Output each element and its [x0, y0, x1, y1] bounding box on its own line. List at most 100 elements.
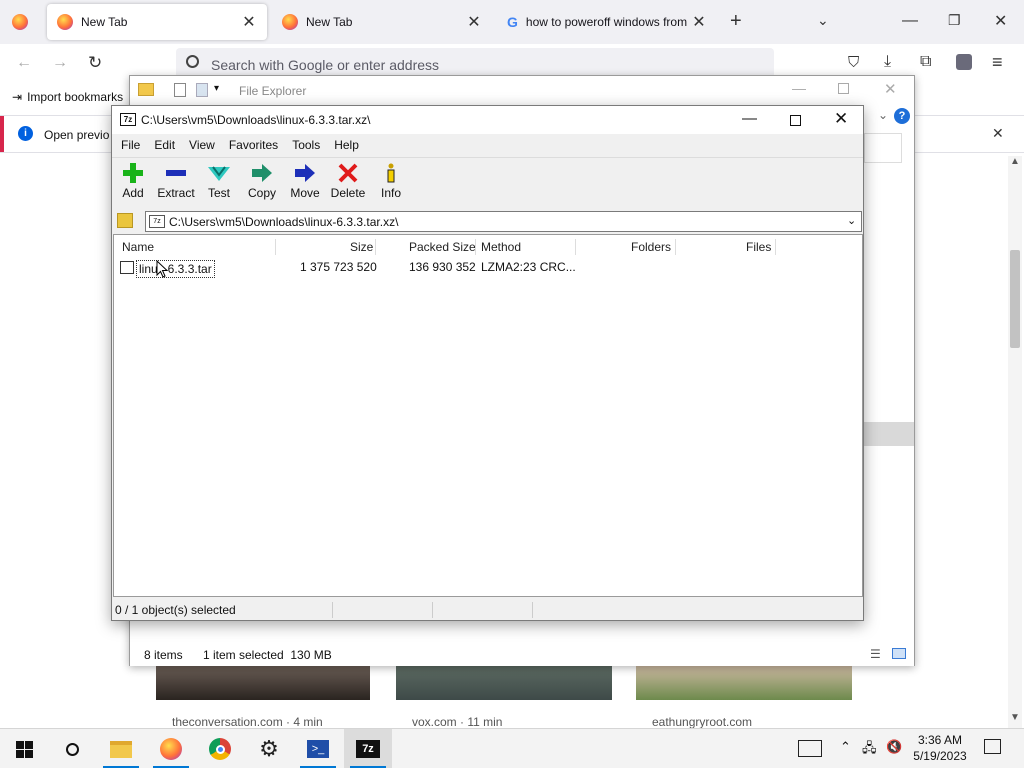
ublock-icon[interactable]: [956, 54, 972, 70]
tab-title: how to poweroff windows from: [525, 15, 688, 29]
tab-close-icon[interactable]: ✕: [466, 12, 482, 32]
taskbar-powershell[interactable]: >_: [294, 729, 342, 768]
maximize-icon[interactable]: [790, 115, 801, 126]
column-files[interactable]: Files: [746, 235, 771, 259]
file-explorer-titlebar[interactable]: ▾ File Explorer — ✕: [130, 76, 914, 104]
card-image[interactable]: [156, 666, 370, 700]
up-folder-icon[interactable]: [117, 213, 133, 228]
notification-close-icon[interactable]: ✕: [992, 125, 1004, 142]
path-dropdown-icon[interactable]: ⌄: [847, 214, 856, 227]
page-scrollbar[interactable]: ▲ ▼: [1008, 156, 1022, 728]
card-source[interactable]: eathungryroot.com: [652, 715, 752, 729]
notification-text: Open previo: [44, 128, 110, 142]
google-icon: G: [507, 14, 518, 30]
info-icon: i: [18, 126, 33, 141]
extract-button[interactable]: Extract: [156, 162, 196, 200]
ribbon-expand-icon[interactable]: ⌄: [878, 108, 888, 122]
clock[interactable]: 3:36 AM 5/19/2023: [910, 732, 970, 764]
clock-date: 5/19/2023: [913, 749, 967, 763]
copy-button[interactable]: Copy: [242, 162, 282, 200]
column-folders[interactable]: Folders: [631, 235, 671, 259]
card-image[interactable]: [396, 666, 612, 700]
help-icon[interactable]: ?: [894, 108, 910, 124]
tab-close-icon[interactable]: ✕: [691, 12, 707, 32]
status-divider: [332, 602, 333, 618]
search-button[interactable]: [48, 729, 96, 768]
extensions-icon[interactable]: ⧉: [920, 53, 931, 71]
pocket-icon[interactable]: ⛉: [848, 54, 859, 71]
taskbar-file-explorer[interactable]: [97, 729, 145, 768]
column-method[interactable]: Method: [481, 235, 521, 259]
powershell-icon: >_: [307, 740, 329, 758]
item-count: 8 items: [144, 648, 183, 662]
minimize-icon[interactable]: —: [792, 80, 806, 96]
column-name[interactable]: Name: [122, 235, 154, 259]
menu-tools[interactable]: Tools: [292, 138, 320, 152]
column-size[interactable]: Size: [350, 235, 373, 259]
firefox-icon: [57, 14, 73, 30]
network-icon[interactable]: 🖧: [862, 739, 877, 761]
add-button[interactable]: Add: [113, 162, 153, 200]
scroll-down-icon[interactable]: ▼: [1010, 712, 1020, 723]
menu-icon[interactable]: ≡: [992, 52, 1003, 73]
large-icons-view-icon[interactable]: [892, 648, 906, 659]
delete-button[interactable]: Delete: [328, 162, 368, 200]
card-source[interactable]: vox.com · 11 min: [412, 715, 502, 729]
properties-icon[interactable]: [174, 83, 186, 97]
menu-file[interactable]: File: [121, 138, 140, 152]
scrollbar-thumb[interactable]: [1010, 250, 1020, 348]
news-widget-icon[interactable]: [798, 740, 822, 757]
move-button[interactable]: Move: [285, 162, 325, 200]
import-bookmarks-button[interactable]: ⇥ Import bookmarks: [12, 90, 123, 104]
firefox-view-icon[interactable]: [12, 14, 28, 30]
close-icon[interactable]: ✕: [834, 109, 848, 129]
quick-access-dropdown-icon[interactable]: ▾: [214, 83, 219, 94]
downloads-icon[interactable]: ⤓: [884, 53, 891, 71]
forward-icon[interactable]: →: [52, 54, 68, 72]
menu-view[interactable]: View: [189, 138, 215, 152]
minimize-icon[interactable]: —: [742, 110, 757, 127]
volume-muted-icon[interactable]: 🔇: [886, 739, 902, 755]
menu-favorites[interactable]: Favorites: [229, 138, 278, 152]
taskbar-firefox[interactable]: [147, 729, 195, 768]
maximize-icon[interactable]: [838, 83, 849, 94]
7zip-path-combo[interactable]: 7z C:\Users\vm5\Downloads\linux-6.3.3.ta…: [145, 211, 862, 232]
taskbar-chrome[interactable]: [196, 729, 244, 768]
minimize-icon[interactable]: —: [902, 12, 918, 30]
column-packed-size[interactable]: Packed Size: [409, 235, 476, 259]
table-row[interactable]: linux-6.3.3.tar 1 375 723 520 136 930 35…: [114, 257, 862, 279]
column-divider: [475, 239, 476, 255]
minus-icon: [166, 170, 186, 176]
7zip-titlebar[interactable]: 7z C:\Users\vm5\Downloads\linux-6.3.3.ta…: [112, 106, 863, 134]
new-tab-icon[interactable]: +: [730, 10, 742, 33]
tab-new-tab-2[interactable]: New Tab ✕: [272, 4, 492, 40]
card-image[interactable]: [636, 666, 852, 700]
scroll-up-icon[interactable]: ▲: [1010, 156, 1020, 167]
close-icon[interactable]: ✕: [884, 80, 897, 98]
selected-row-highlight: [864, 422, 914, 446]
reload-icon[interactable]: ↻: [88, 53, 102, 73]
menu-edit[interactable]: Edit: [154, 138, 175, 152]
chevron-up-icon[interactable]: ⌃: [840, 739, 851, 755]
notifications-icon[interactable]: [984, 739, 1001, 754]
chevron-down-icon[interactable]: ⌄: [817, 12, 829, 29]
start-button[interactable]: [0, 729, 48, 768]
tab-google-search[interactable]: G how to poweroff windows from ✕: [497, 4, 717, 40]
taskbar-7zip[interactable]: 7z: [344, 729, 392, 768]
new-folder-icon[interactable]: [196, 83, 208, 97]
info-button[interactable]: Info: [371, 162, 411, 200]
card-source[interactable]: theconversation.com · 4 min: [172, 715, 323, 729]
restore-icon[interactable]: ❐: [948, 12, 961, 29]
firefox-icon: [282, 14, 298, 30]
menu-help[interactable]: Help: [334, 138, 359, 152]
test-button[interactable]: Test: [199, 162, 239, 200]
back-icon[interactable]: ←: [16, 54, 32, 72]
file-name[interactable]: linux-6.3.3.tar: [136, 260, 215, 278]
tab-close-icon[interactable]: ✕: [241, 12, 257, 32]
close-window-icon[interactable]: ✕: [994, 11, 1007, 31]
taskbar-settings[interactable]: ⚙: [245, 729, 293, 768]
search-icon: [186, 55, 199, 68]
tab-new-tab-1[interactable]: New Tab ✕: [47, 4, 267, 40]
details-view-icon[interactable]: ☰: [870, 647, 881, 661]
search-box[interactable]: [864, 133, 902, 163]
